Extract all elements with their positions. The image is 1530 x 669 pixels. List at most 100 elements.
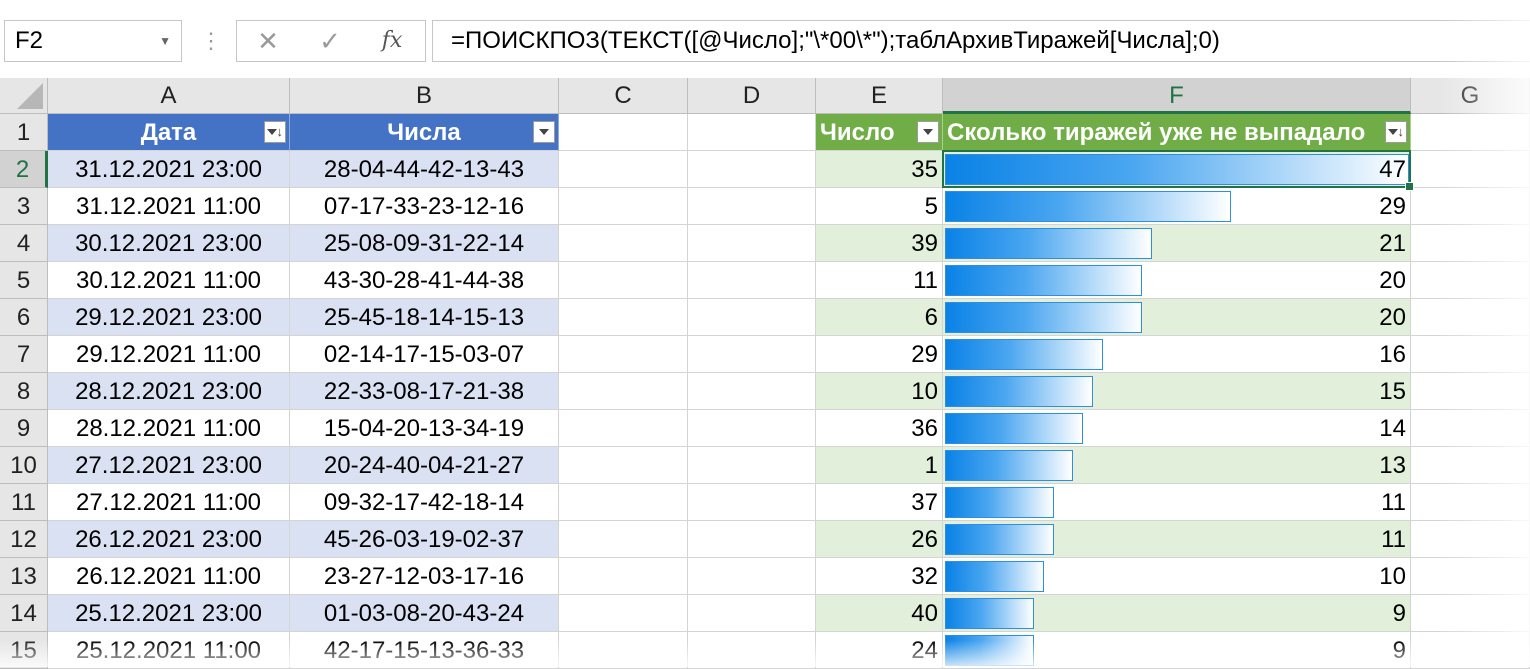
cell-draws-missed[interactable]: 15: [943, 373, 1411, 410]
row-header-15[interactable]: 15: [0, 632, 48, 669]
cell[interactable]: [1411, 225, 1530, 262]
cell-numbers[interactable]: 22-33-08-17-21-38: [290, 373, 559, 410]
cell-draws-missed[interactable]: 11: [943, 521, 1411, 558]
cell-numbers[interactable]: 43-30-28-41-44-38: [290, 262, 559, 299]
cell-numbers[interactable]: 01-03-08-20-43-24: [290, 595, 559, 632]
cell-number[interactable]: 10: [816, 373, 943, 410]
cell-date[interactable]: 30.12.2021 23:00: [48, 225, 290, 262]
column-header-d[interactable]: D: [688, 78, 816, 114]
cell[interactable]: [1411, 595, 1530, 632]
cell[interactable]: [1411, 447, 1530, 484]
cell[interactable]: [559, 299, 688, 336]
cell[interactable]: [688, 447, 816, 484]
check-icon[interactable]: ✓: [305, 21, 355, 61]
row-header-13[interactable]: 13: [0, 558, 48, 595]
cell[interactable]: [688, 558, 816, 595]
cell-date[interactable]: 27.12.2021 11:00: [48, 484, 290, 521]
cell[interactable]: [1411, 299, 1530, 336]
table-header-number[interactable]: Число: [816, 114, 943, 151]
cell-draws-missed[interactable]: 13: [943, 447, 1411, 484]
cell-date[interactable]: 25.12.2021 23:00: [48, 595, 290, 632]
cell-number[interactable]: 5: [816, 188, 943, 225]
column-header-e[interactable]: E: [816, 78, 943, 114]
row-header-6[interactable]: 6: [0, 299, 48, 336]
cell[interactable]: [559, 521, 688, 558]
cell[interactable]: [559, 151, 688, 188]
cell-date[interactable]: 30.12.2021 11:00: [48, 262, 290, 299]
cell-number[interactable]: 35: [816, 151, 943, 188]
cell-numbers[interactable]: 25-45-18-14-15-13: [290, 299, 559, 336]
table-header-date[interactable]: Дата ↓: [48, 114, 290, 151]
cell[interactable]: [1411, 262, 1530, 299]
column-header-a[interactable]: A: [48, 78, 290, 114]
cell-numbers[interactable]: 02-14-17-15-03-07: [290, 336, 559, 373]
cell[interactable]: [559, 373, 688, 410]
cell-number[interactable]: 36: [816, 410, 943, 447]
row-header-10[interactable]: 10: [0, 447, 48, 484]
column-header-c[interactable]: C: [559, 78, 688, 114]
cell-numbers[interactable]: 15-04-20-13-34-19: [290, 410, 559, 447]
cell-draws-missed[interactable]: 29: [943, 188, 1411, 225]
cell[interactable]: [688, 188, 816, 225]
cell[interactable]: [1411, 632, 1530, 669]
cell-numbers[interactable]: 07-17-33-23-12-16: [290, 188, 559, 225]
cell[interactable]: [559, 632, 688, 669]
cell[interactable]: [1411, 336, 1530, 373]
cell-number[interactable]: 40: [816, 595, 943, 632]
cell[interactable]: [1411, 410, 1530, 447]
cell-number[interactable]: 1: [816, 447, 943, 484]
select-all-button[interactable]: [0, 78, 48, 114]
cell-date[interactable]: 28.12.2021 11:00: [48, 410, 290, 447]
cell-number[interactable]: 26: [816, 521, 943, 558]
table-header-draws-missed[interactable]: Сколько тиражей уже не выпадало ↓: [943, 114, 1411, 151]
row-header-9[interactable]: 9: [0, 410, 48, 447]
cell-date[interactable]: 25.12.2021 11:00: [48, 632, 290, 669]
cell-number[interactable]: 29: [816, 336, 943, 373]
cell-date[interactable]: 28.12.2021 23:00: [48, 373, 290, 410]
cell-number[interactable]: 24: [816, 632, 943, 669]
cell[interactable]: [559, 114, 688, 151]
cell-numbers[interactable]: 45-26-03-19-02-37: [290, 521, 559, 558]
column-header-g[interactable]: G: [1411, 78, 1530, 114]
close-icon[interactable]: ✕: [243, 21, 293, 61]
cell[interactable]: [688, 336, 816, 373]
filter-dropdown-icon[interactable]: [533, 121, 555, 143]
cell-date[interactable]: 26.12.2021 23:00: [48, 521, 290, 558]
row-header-1[interactable]: 1: [0, 114, 48, 151]
drag-handle-icon[interactable]: ⋮: [200, 22, 222, 60]
row-header-7[interactable]: 7: [0, 336, 48, 373]
cell[interactable]: [559, 336, 688, 373]
cell[interactable]: [559, 558, 688, 595]
cell-date[interactable]: 31.12.2021 11:00: [48, 188, 290, 225]
cell-numbers[interactable]: 28-04-44-42-13-43: [290, 151, 559, 188]
cell-numbers[interactable]: 42-17-15-13-36-33: [290, 632, 559, 669]
cell[interactable]: [688, 521, 816, 558]
row-header-4[interactable]: 4: [0, 225, 48, 262]
cell[interactable]: [1411, 373, 1530, 410]
insert-function-icon[interactable]: fx: [367, 21, 417, 61]
cell[interactable]: [688, 299, 816, 336]
cell-draws-missed[interactable]: 10: [943, 558, 1411, 595]
table-header-numbers[interactable]: Числа: [290, 114, 559, 151]
cell-draws-missed[interactable]: 11: [943, 484, 1411, 521]
cell[interactable]: [688, 632, 816, 669]
cell[interactable]: [559, 447, 688, 484]
name-box[interactable]: F2 ▼: [4, 20, 182, 62]
chevron-down-icon[interactable]: ▼: [159, 21, 171, 61]
cell-date[interactable]: 29.12.2021 11:00: [48, 336, 290, 373]
cell[interactable]: [1411, 114, 1530, 151]
sort-filter-icon[interactable]: ↓: [1385, 121, 1407, 143]
cell[interactable]: [559, 484, 688, 521]
column-header-f[interactable]: F: [943, 78, 1411, 114]
cell-numbers[interactable]: 09-32-17-42-18-14: [290, 484, 559, 521]
cell[interactable]: [559, 595, 688, 632]
cell[interactable]: [1411, 188, 1530, 225]
row-header-3[interactable]: 3: [0, 188, 48, 225]
cell-number[interactable]: 11: [816, 262, 943, 299]
cell[interactable]: [1411, 151, 1530, 188]
row-header-5[interactable]: 5: [0, 262, 48, 299]
cell-draws-missed[interactable]: 16: [943, 336, 1411, 373]
cell-draws-missed[interactable]: 9: [943, 595, 1411, 632]
cell[interactable]: [688, 225, 816, 262]
cell[interactable]: [688, 114, 816, 151]
